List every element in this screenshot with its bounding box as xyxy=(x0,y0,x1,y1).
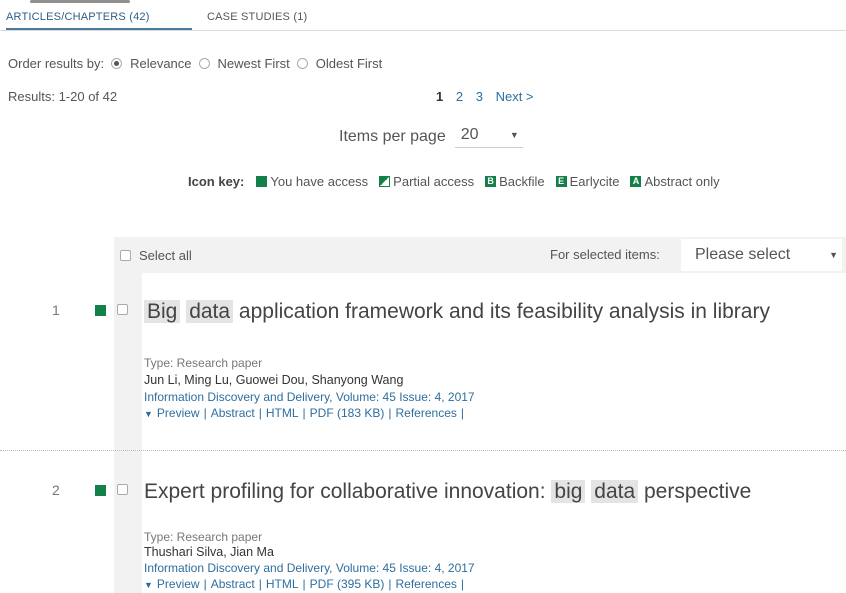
tabs-divider xyxy=(0,30,846,31)
preview-link[interactable]: Preview xyxy=(157,406,200,420)
link-separator: | xyxy=(302,406,306,420)
next-page-link[interactable]: Next > xyxy=(496,89,534,104)
key-item-abstract: A Abstract only xyxy=(630,174,720,189)
tab-articles-chapters[interactable]: ARTICLES/CHAPTERS (42) xyxy=(6,11,150,23)
key-label-abstract: Abstract only xyxy=(644,174,720,189)
html-link[interactable]: HTML xyxy=(266,577,299,591)
html-link[interactable]: HTML xyxy=(266,406,299,420)
preview-link[interactable]: Preview xyxy=(157,577,200,591)
title-text[interactable]: Expert profiling for collaborative innov… xyxy=(144,480,551,503)
relevance-label[interactable]: Relevance xyxy=(130,56,191,71)
highlighted-term[interactable]: data xyxy=(186,300,234,323)
newest-first-radio[interactable] xyxy=(198,58,210,69)
select-all-checkbox[interactable] xyxy=(120,249,131,261)
link-separator: | xyxy=(388,406,392,420)
result-links: ▼ Preview | Abstract | HTML | PDF (183 KB) | Refe… xyxy=(144,406,468,421)
key-item-partial: Partial access xyxy=(379,174,474,189)
result-checkbox[interactable] xyxy=(117,484,128,495)
key-label-earlycite: Earlycite xyxy=(569,174,620,189)
bulk-action-select[interactable]: Please select ▼ xyxy=(681,239,842,271)
chevron-down-icon: ▼ xyxy=(509,130,519,140)
abstract-only-icon: A xyxy=(630,176,642,187)
references-link[interactable]: References xyxy=(396,406,457,420)
key-item-earlycite: E Earlycite xyxy=(555,174,620,189)
icon-key-title: Icon key: xyxy=(188,174,245,189)
cropped-heading-fragment xyxy=(30,0,130,3)
title-text[interactable]: application framework and its feasibilit… xyxy=(233,300,770,323)
backfile-icon: B xyxy=(485,176,497,187)
result-authors: Thushari Silva, Jian Ma xyxy=(144,545,274,559)
highlighted-term[interactable]: Big xyxy=(144,300,181,323)
pagination: 1 2 3 Next > xyxy=(436,89,543,104)
link-separator: | xyxy=(203,577,207,591)
key-label-backfile: Backfile xyxy=(499,174,545,189)
oldest-first-label[interactable]: Oldest First xyxy=(316,56,382,71)
link-separator: | xyxy=(302,577,306,591)
earlycite-icon: E xyxy=(555,176,567,187)
oldest-first-radio[interactable] xyxy=(296,58,308,69)
full-access-icon xyxy=(95,485,106,496)
expand-triangle-icon[interactable]: ▼ xyxy=(144,580,153,590)
result-authors: Jun Li, Ming Lu, Guowei Dou, Shanyong Wa… xyxy=(144,373,404,387)
items-per-page-select[interactable]: 20 ▼ xyxy=(454,126,523,148)
pdf-link[interactable]: PDF (183 KB) xyxy=(310,406,385,420)
result-type: Type: Research paper xyxy=(144,356,263,370)
select-all-label[interactable]: Select all xyxy=(139,248,192,263)
expand-triangle-icon[interactable]: ▼ xyxy=(144,409,153,419)
chevron-down-icon: ▼ xyxy=(829,250,838,260)
result-title[interactable]: Expert profiling for collaborative innov… xyxy=(144,478,824,505)
link-separator: | xyxy=(460,406,464,420)
for-selected-label: For selected items: xyxy=(550,247,660,262)
selection-toolbar: Select all For selected items: Please se… xyxy=(114,237,846,273)
highlighted-term[interactable]: big xyxy=(551,480,586,503)
page-3-link[interactable]: 3 xyxy=(476,89,483,104)
result-journal[interactable]: Information Discovery and Delivery, Volu… xyxy=(144,390,475,404)
key-item-backfile: B Backfile xyxy=(485,174,545,189)
link-separator: | xyxy=(258,577,262,591)
link-separator: | xyxy=(460,577,464,591)
result-type: Type: Research paper xyxy=(144,530,263,544)
page-1-link[interactable]: 1 xyxy=(436,89,443,104)
result-divider xyxy=(0,450,846,451)
references-link[interactable]: References xyxy=(396,577,457,591)
result-links: ▼ Preview | Abstract | HTML | PDF (395 KB) | Refe… xyxy=(144,577,468,592)
full-access-icon xyxy=(95,305,106,316)
key-label-access: You have access xyxy=(270,174,369,189)
items-per-page-label: Items per page xyxy=(339,128,446,145)
items-per-page-value: 20 xyxy=(460,126,479,143)
page-2-link[interactable]: 2 xyxy=(456,89,463,104)
items-per-page: Items per page 20 ▼ xyxy=(339,126,523,148)
key-item-access: You have access xyxy=(256,174,368,189)
results-tabs: ARTICLES/CHAPTERS (42) CASE STUDIES (1) xyxy=(0,0,846,31)
link-separator: | xyxy=(388,577,392,591)
icon-key: Icon key: You have access Partial access… xyxy=(188,174,731,189)
bulk-action-value: Please select xyxy=(695,246,791,263)
newest-first-label[interactable]: Newest First xyxy=(218,56,290,71)
result-journal[interactable]: Information Discovery and Delivery, Volu… xyxy=(144,561,475,575)
order-results-row: Order results by: Relevance Newest First… xyxy=(8,56,382,71)
highlighted-term[interactable]: data xyxy=(591,480,639,503)
link-separator: | xyxy=(258,406,262,420)
title-text[interactable]: perspective xyxy=(638,480,751,503)
result-number: 2 xyxy=(52,482,60,498)
link-separator: | xyxy=(203,406,207,420)
full-access-icon xyxy=(256,176,268,187)
abstract-link[interactable]: Abstract xyxy=(211,406,255,420)
result-number: 1 xyxy=(52,302,60,318)
results-rail xyxy=(114,273,142,593)
pdf-link[interactable]: PDF (395 KB) xyxy=(310,577,385,591)
results-count: Results: 1-20 of 42 xyxy=(8,89,118,104)
partial-access-icon xyxy=(379,176,391,187)
tab-case-studies[interactable]: CASE STUDIES (1) xyxy=(207,11,307,23)
key-label-partial: Partial access xyxy=(393,174,475,189)
order-label: Order results by: xyxy=(8,56,105,71)
result-checkbox[interactable] xyxy=(117,304,128,315)
result-title[interactable]: Big data application framework and its f… xyxy=(144,298,824,325)
relevance-radio[interactable] xyxy=(111,58,123,69)
abstract-link[interactable]: Abstract xyxy=(211,577,255,591)
